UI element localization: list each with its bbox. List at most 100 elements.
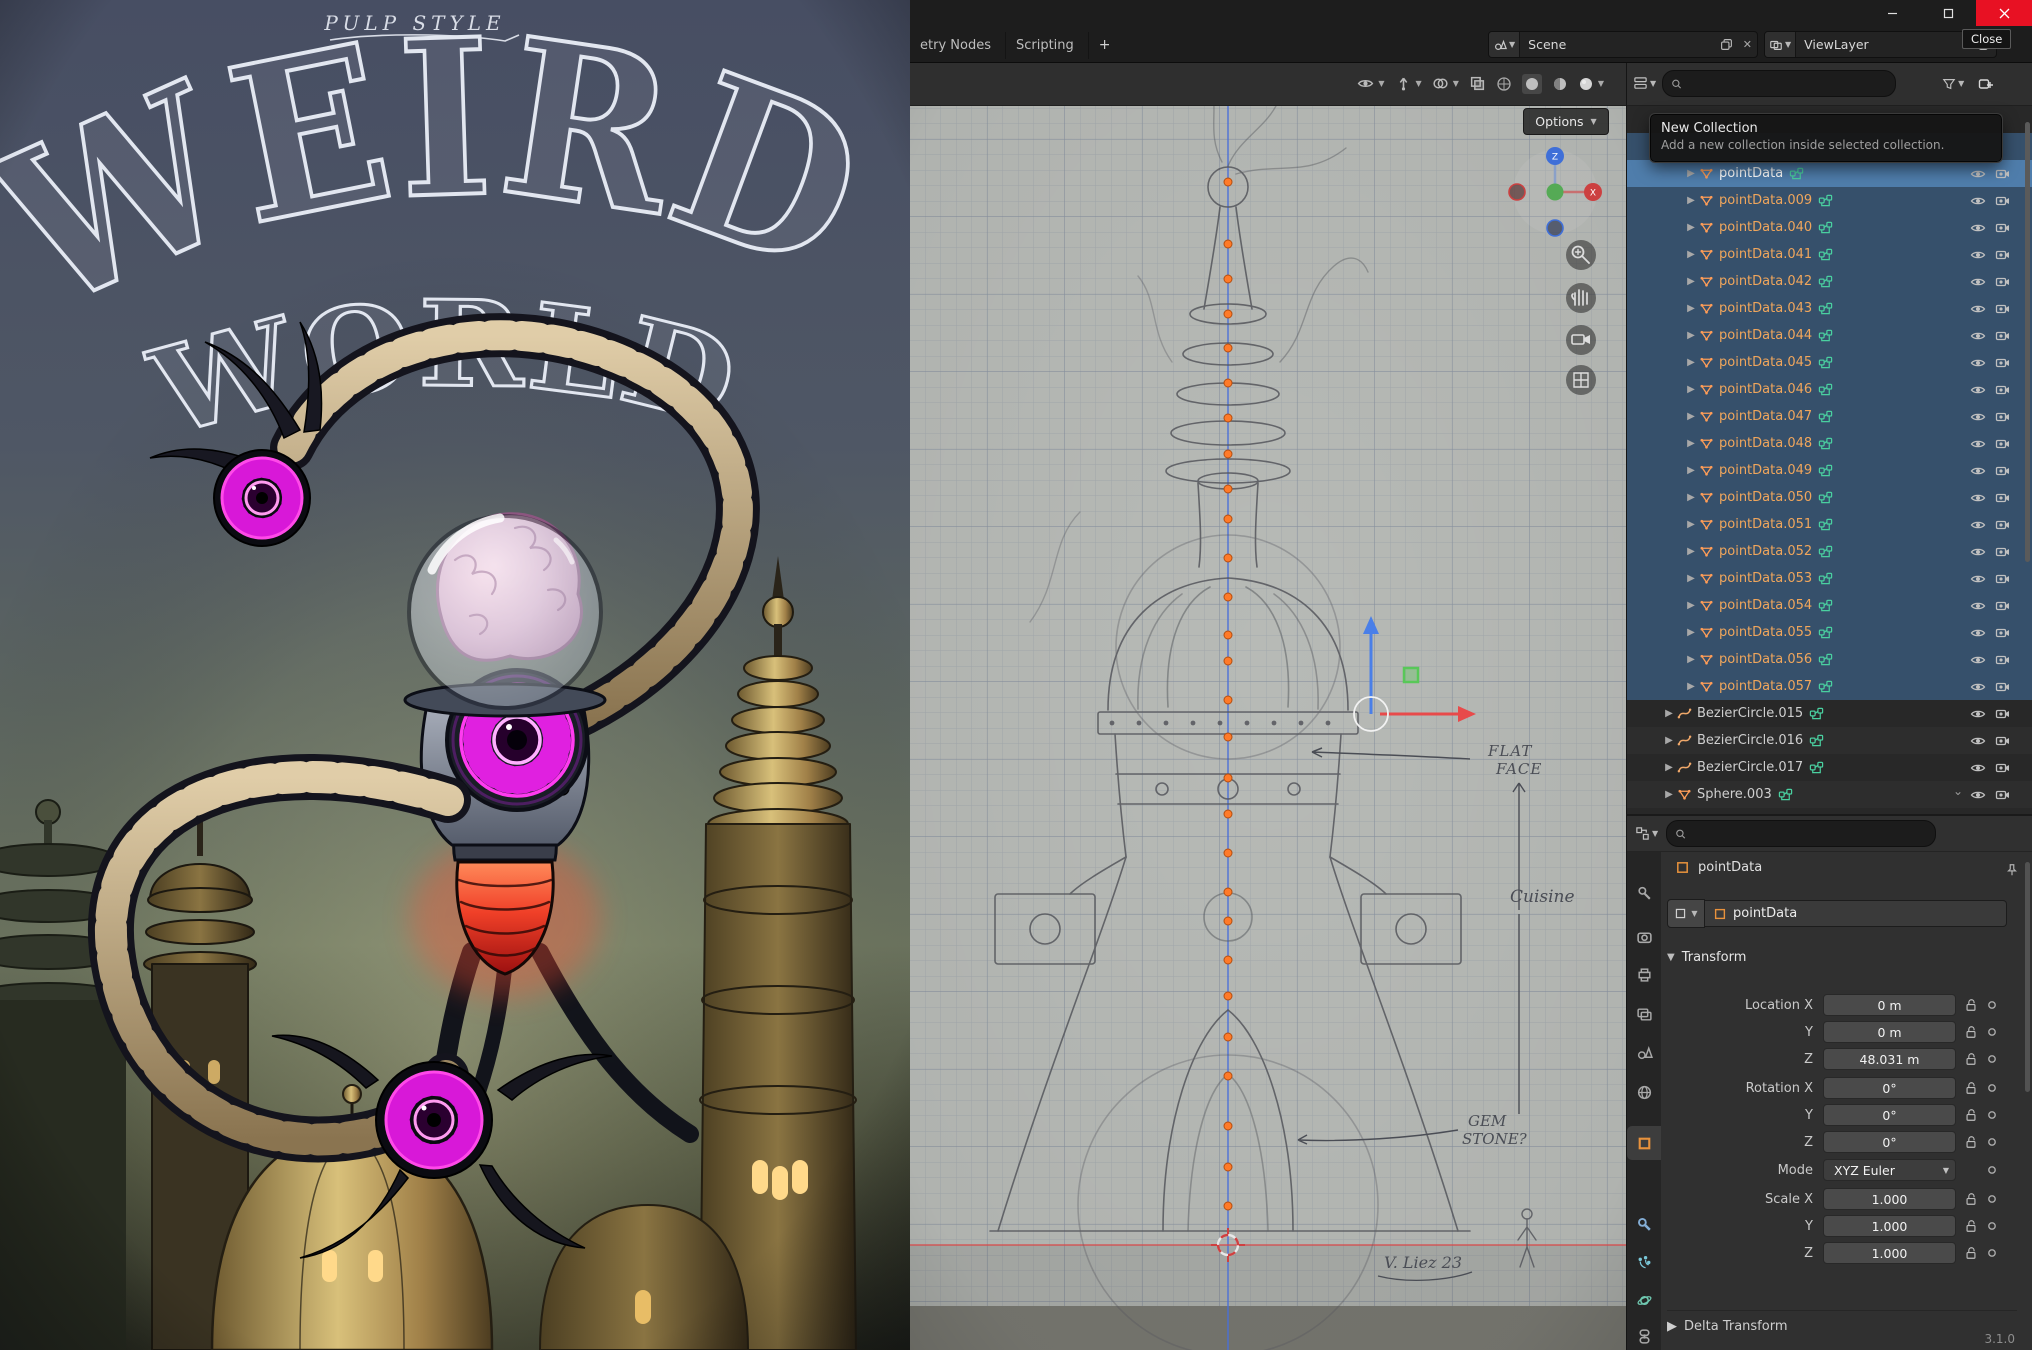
- transform-panel-header[interactable]: ▼ Transform: [1667, 950, 1746, 965]
- hide-viewport-icon[interactable]: [1970, 625, 1986, 641]
- outliner-row[interactable]: ▶pointData.009: [1627, 187, 2032, 214]
- value-field[interactable]: 1.000: [1823, 1242, 1956, 1264]
- outliner-row[interactable]: ▶pointData.048: [1627, 430, 2032, 457]
- lock-icon[interactable]: [1964, 1219, 1978, 1233]
- expand-arrow-icon[interactable]: ▶: [1683, 411, 1699, 422]
- hide-viewport-icon[interactable]: [1970, 355, 1986, 371]
- overlays-toggle[interactable]: ▼: [1432, 75, 1459, 92]
- new-collection-button[interactable]: [1978, 76, 1994, 92]
- outliner-row[interactable]: ▶pointData: [1627, 160, 2032, 187]
- properties-tab-world[interactable]: [1627, 1075, 1661, 1109]
- properties-tab-scene[interactable]: [1627, 1035, 1661, 1069]
- properties-tab-view-layer[interactable]: [1627, 997, 1661, 1031]
- maximize-button[interactable]: [1920, 0, 1976, 26]
- hide-viewport-icon[interactable]: [1970, 436, 1986, 452]
- properties-tab-constraints[interactable]: [1627, 1319, 1661, 1350]
- animate-dot-icon[interactable]: [1986, 1220, 1998, 1232]
- lock-icon[interactable]: [1964, 1108, 1978, 1122]
- hide-viewport-icon[interactable]: [1970, 652, 1986, 668]
- animate-dot-icon[interactable]: [1986, 999, 1998, 1011]
- outliner-row[interactable]: ▶pointData.053: [1627, 565, 2032, 592]
- outliner-scrollbar[interactable]: [2025, 122, 2030, 562]
- disable-render-icon[interactable]: [1995, 274, 2011, 290]
- outliner-row[interactable]: ▶pointData.041: [1627, 241, 2032, 268]
- lock-icon[interactable]: [1964, 1025, 1978, 1039]
- animate-dot-icon[interactable]: [1986, 1164, 1998, 1176]
- disable-render-icon[interactable]: [1995, 517, 2011, 533]
- expand-arrow-icon[interactable]: ▶: [1683, 303, 1699, 314]
- expand-arrow-icon[interactable]: ▶: [1683, 168, 1699, 179]
- outliner-row[interactable]: ▶pointData.055: [1627, 619, 2032, 646]
- outliner-row[interactable]: ▶BezierCircle.015: [1627, 700, 2032, 727]
- shading-wireframe-toggle[interactable]: [1496, 76, 1512, 92]
- expand-arrow-icon[interactable]: ▶: [1683, 357, 1699, 368]
- shading-solid-toggle[interactable]: [1522, 74, 1542, 94]
- properties-filter-icon[interactable]: ▼: [1635, 826, 1658, 841]
- disable-render-icon[interactable]: [1995, 733, 2011, 749]
- disable-render-icon[interactable]: [1995, 382, 2011, 398]
- close-button[interactable]: [1976, 0, 2032, 26]
- disable-render-icon[interactable]: [1995, 193, 2011, 209]
- outliner-row[interactable]: ▶pointData.042: [1627, 268, 2032, 295]
- delta-transform-header[interactable]: ▶ Delta Transform: [1667, 1310, 2017, 1334]
- pan-hand-button[interactable]: [1566, 283, 1596, 313]
- hide-viewport-icon[interactable]: [1970, 706, 1986, 722]
- animate-dot-icon[interactable]: [1986, 1082, 1998, 1094]
- hide-viewport-icon[interactable]: [1970, 328, 1986, 344]
- hide-viewport-icon[interactable]: [1970, 598, 1986, 614]
- expand-arrow-icon[interactable]: ▶: [1683, 438, 1699, 449]
- expand-arrow-icon[interactable]: ▶: [1683, 276, 1699, 287]
- disable-render-icon[interactable]: [1995, 544, 2011, 560]
- outliner-row[interactable]: ▶pointData.044: [1627, 322, 2032, 349]
- workspace-tab[interactable]: Scripting: [1006, 32, 1089, 59]
- disable-render-icon[interactable]: [1995, 652, 2011, 668]
- properties-search-input[interactable]: [1692, 827, 1927, 841]
- outliner-search[interactable]: [1662, 70, 1896, 97]
- expand-arrow-icon[interactable]: ▶: [1683, 627, 1699, 638]
- disable-render-icon[interactable]: [1995, 787, 2011, 803]
- disable-render-icon[interactable]: [1995, 355, 2011, 371]
- hide-viewport-icon[interactable]: [1970, 544, 1986, 560]
- properties-search[interactable]: [1666, 820, 1936, 847]
- add-workspace-button[interactable]: +: [1089, 33, 1121, 57]
- outliner-search-input[interactable]: [1688, 77, 1887, 91]
- hide-viewport-icon[interactable]: [1970, 247, 1986, 263]
- outliner-row[interactable]: ▶pointData.047: [1627, 403, 2032, 430]
- disable-render-icon[interactable]: [1995, 166, 2011, 182]
- properties-tab-particles[interactable]: [1627, 1245, 1661, 1279]
- hide-viewport-icon[interactable]: [1970, 760, 1986, 776]
- hide-viewport-icon[interactable]: [1970, 193, 1986, 209]
- properties-tab-object[interactable]: [1627, 1126, 1661, 1160]
- hide-viewport-icon[interactable]: [1970, 301, 1986, 317]
- lock-icon[interactable]: [1964, 1192, 1978, 1206]
- animate-dot-icon[interactable]: [1986, 1053, 1998, 1065]
- options-button[interactable]: Options ▼: [1523, 108, 1609, 135]
- lock-icon[interactable]: [1964, 1135, 1978, 1149]
- properties-scrollbar[interactable]: [2025, 862, 2030, 1092]
- disable-render-icon[interactable]: [1995, 706, 2011, 722]
- expand-arrow-icon[interactable]: ▶: [1683, 222, 1699, 233]
- hide-viewport-icon[interactable]: [1970, 679, 1986, 695]
- properties-tab-output[interactable]: [1627, 957, 1661, 991]
- browse-scene-icon[interactable]: ▼: [1489, 32, 1520, 57]
- outliner-row[interactable]: ▶pointData.051: [1627, 511, 2032, 538]
- scene-selector[interactable]: ▼ Scene ✕: [1488, 31, 1758, 58]
- lock-icon[interactable]: [1964, 1081, 1978, 1095]
- outliner-row[interactable]: ▶pointData.046: [1627, 376, 2032, 403]
- hide-viewport-icon[interactable]: [1970, 571, 1986, 587]
- disable-render-icon[interactable]: [1995, 760, 2011, 776]
- expand-arrow-icon[interactable]: ▶: [1683, 681, 1699, 692]
- animate-dot-icon[interactable]: [1986, 1247, 1998, 1259]
- expand-arrow-icon[interactable]: ▶: [1683, 195, 1699, 206]
- camera-view-button[interactable]: [1566, 325, 1596, 355]
- hide-viewport-icon[interactable]: [1970, 463, 1986, 479]
- properties-tab-tool[interactable]: [1627, 876, 1661, 910]
- outliner-row[interactable]: ▶Sphere.003: [1627, 781, 2032, 808]
- value-field[interactable]: 1.000: [1823, 1188, 1956, 1210]
- outliner-row[interactable]: ▶pointData.050: [1627, 484, 2032, 511]
- hide-viewport-icon[interactable]: [1970, 490, 1986, 506]
- hide-viewport-icon[interactable]: [1970, 409, 1986, 425]
- disable-render-icon[interactable]: [1995, 679, 2011, 695]
- value-field[interactable]: 0 m: [1823, 994, 1956, 1016]
- outliner-row[interactable]: ▶BezierCircle.017: [1627, 754, 2032, 781]
